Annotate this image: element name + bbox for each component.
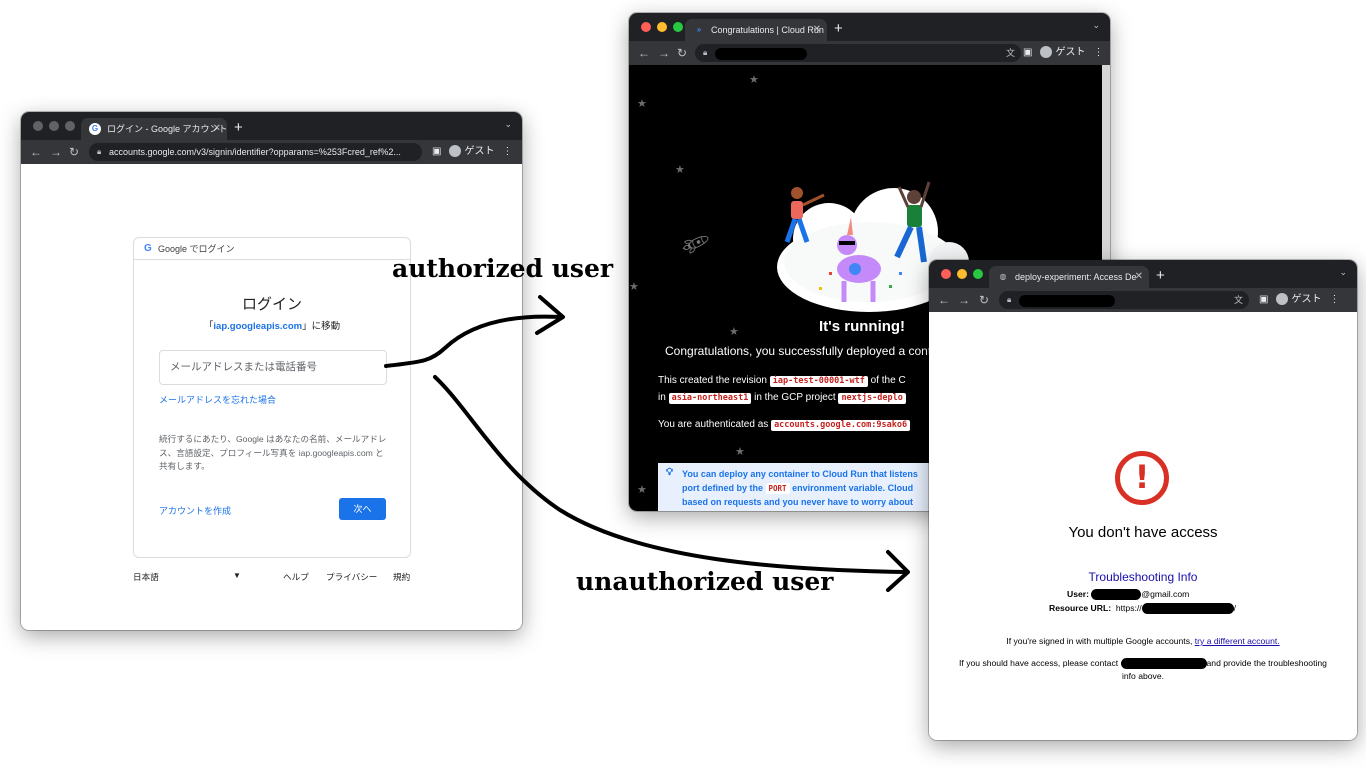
- flow-arrows: [384, 295, 910, 592]
- unauthorized-arrow: [433, 375, 907, 574]
- authorized-user-label: authorized user: [392, 254, 614, 283]
- authorized-arrow: [384, 314, 562, 368]
- unauthorized-user-label: unauthorized user: [576, 567, 834, 596]
